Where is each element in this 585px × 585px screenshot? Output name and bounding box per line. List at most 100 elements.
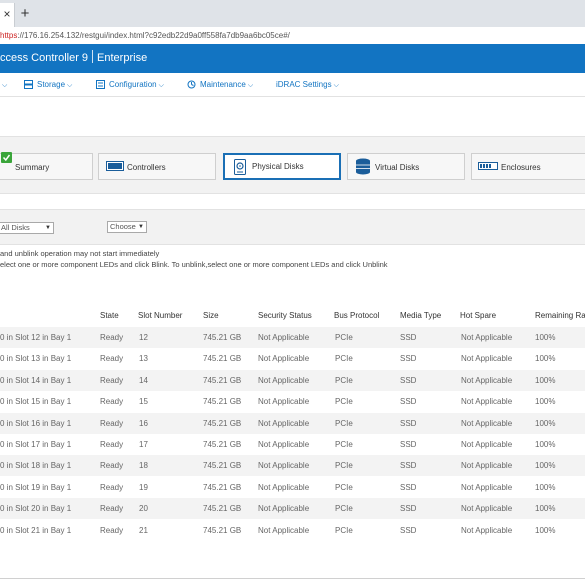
table-row[interactable]: 0 in Slot 15 in Bay 1 Ready 15 745.21 GB Not… [0,391,585,412]
chevron-down-icon: ⌵ [333,82,339,89]
disk-filter-select[interactable]: All Disks ▼ [0,222,54,234]
cell-remaining-rated: 100% [535,418,556,428]
cell-size: 745.21 GB [203,333,242,342]
cell-remaining-rated: 100% [535,504,556,514]
table-row[interactable]: 0 in Slot 19 in Bay 1 Ready 19 745.21 GB Not… [0,477,585,498]
table-row[interactable]: 0 in Slot 12 in Bay 1 Ready 12 745.21 GB Not… [0,327,585,348]
tab-controllers[interactable]: Controllers [98,153,216,180]
table-row[interactable]: 0 in Slot 13 in Bay 1 Ready 13 745.21 GB Not… [0,348,585,369]
app-title: ccess Controller 9 Enterprise [0,44,147,73]
nav-item-storage[interactable]: Storage ⌵ [24,73,72,96]
cell-hot-spare: Not Applicable [461,504,513,514]
cell-state: Ready [100,333,124,342]
nav-label: Maintenance [200,80,246,89]
cell-media-type: SSD [400,354,417,364]
tab-virtual-disks[interactable]: Virtual Disks [347,153,465,180]
cell-hot-spare: Not Applicable [461,375,513,385]
column-header-size[interactable]: Size [203,311,219,321]
cell-size: 745.21 GB [203,375,242,385]
cell-disk-name: 0 in Slot 20 in Bay 1 [0,504,72,514]
cell-state: Ready [100,461,124,471]
cell-bus-protocol: PCIe [335,440,353,449]
cell-size: 745.21 GB [203,525,242,535]
cell-size: 745.21 GB [203,461,242,471]
cell-size: 745.21 GB [203,418,242,428]
tab-enclosures[interactable]: Enclosures [471,153,585,180]
cell-hot-spare: Not Applicable [461,418,513,428]
tab-label: Enclosures [501,163,541,172]
main-nav: ⌵ Storage ⌵ Configuration ⌵ Maintenance ⌵ i… [0,73,585,97]
tab-label: Controllers [127,163,166,172]
nav-item-dashboard[interactable]: ⌵ [0,73,7,96]
table-row[interactable]: 0 in Slot 18 in Bay 1 Ready 18 745.21 GB Not… [0,455,585,477]
cell-media-type: SSD [400,504,417,514]
nav-item-maintenance[interactable]: Maintenance ⌵ [187,73,253,96]
table-row[interactable]: 0 in Slot 14 in Bay 1 Ready 14 745.21 GB Not… [0,369,585,391]
nav-item-configuration[interactable]: Configuration ⌵ [96,73,164,96]
table-row[interactable]: 0 in Slot 20 in Bay 1 Ready 20 745.21 GB Not… [0,498,585,520]
cell-state: Ready [100,354,124,364]
column-header-hot-spare[interactable]: Hot Spare [460,311,496,321]
nav-item-idrac-settings[interactable]: iDRAC Settings ⌵ [276,73,339,96]
cell-hot-spare: Not Applicable [461,525,513,535]
column-header-bus-protocol[interactable]: Bus Protocol [334,311,379,321]
column-header-state[interactable]: State [100,311,119,321]
tab-close-icon[interactable]: × [0,4,14,24]
column-header-media-type[interactable]: Media Type [400,311,441,321]
cell-remaining-rated: 100% [535,525,556,535]
new-tab-button[interactable]: + [17,4,33,24]
cell-media-type: SSD [400,333,417,342]
cell-remaining-rated: 100% [535,397,556,407]
cell-slot-number: 21 [139,525,148,535]
cell-media-type: SSD [400,418,417,428]
select-value: All Disks [1,223,30,232]
table-row[interactable]: 0 in Slot 16 in Bay 1 Ready 16 745.21 GB Not… [0,412,585,434]
cell-hot-spare: Not Applicable [461,354,513,364]
column-header-slot-number[interactable]: Slot Number [138,311,182,321]
cell-disk-name: 0 in Slot 17 in Bay 1 [0,440,72,449]
cell-remaining-rated: 100% [535,461,556,471]
address-bar[interactable]: https://176.16.254.132/restgui/index.htm… [0,27,585,45]
cell-remaining-rated: 100% [535,354,556,364]
column-header-remaining-rated[interactable]: Remaining Rat [535,311,585,321]
cell-disk-name: 0 in Slot 18 in Bay 1 [0,461,72,471]
cell-size: 745.21 GB [203,482,242,492]
cell-size: 745.21 GB [203,354,242,364]
table-row[interactable]: 0 in Slot 17 in Bay 1 Ready 17 745.21 GB Not… [0,434,585,455]
component-tab-panel: Summary Controllers Physical Disks Virtu… [0,136,585,194]
tab-summary[interactable]: Summary [0,152,93,180]
cell-state: Ready [100,440,124,449]
cell-bus-protocol: PCIe [335,354,353,364]
tab-label: Summary [15,163,50,172]
cell-size: 745.21 GB [203,440,242,449]
cell-bus-protocol: PCIe [335,418,353,428]
physical-disk-icon [234,159,246,175]
title-separator [92,50,94,63]
cell-security-status: Not Applicable [258,461,310,471]
cell-remaining-rated: 100% [535,375,556,385]
table-row[interactable]: 0 in Slot 21 in Bay 1 Ready 21 745.21 GB Not… [0,520,585,541]
cell-slot-number: 18 [139,461,148,471]
divider [0,578,585,579]
nav-label: iDRAC Settings [276,80,332,89]
cell-state: Ready [100,418,124,428]
info-note-line2: elect one or more component LEDs and cli… [0,260,388,269]
cell-size: 745.21 GB [203,504,242,514]
cell-state: Ready [100,397,124,407]
chevron-down-icon: ⌵ [67,82,73,89]
tab-physical-disks[interactable]: Physical Disks [223,153,341,180]
cell-hot-spare: Not Applicable [461,482,513,492]
app-title-product: ccess Controller 9 [0,52,89,64]
cell-security-status: Not Applicable [258,354,310,364]
chevron-down-icon: ⌵ [158,82,164,89]
action-select[interactable]: Choose ▼ [107,221,147,233]
column-header-security-status[interactable]: Security Status [258,311,312,321]
cell-security-status: Not Applicable [258,375,310,385]
cell-security-status: Not Applicable [258,333,310,342]
cell-size: 745.21 GB [203,397,242,407]
nav-label: Configuration [109,80,157,89]
cell-security-status: Not Applicable [258,440,310,449]
cell-disk-name: 0 in Slot 12 in Bay 1 [0,333,72,342]
cell-security-status: Not Applicable [258,418,310,428]
cell-slot-number: 15 [139,397,148,407]
